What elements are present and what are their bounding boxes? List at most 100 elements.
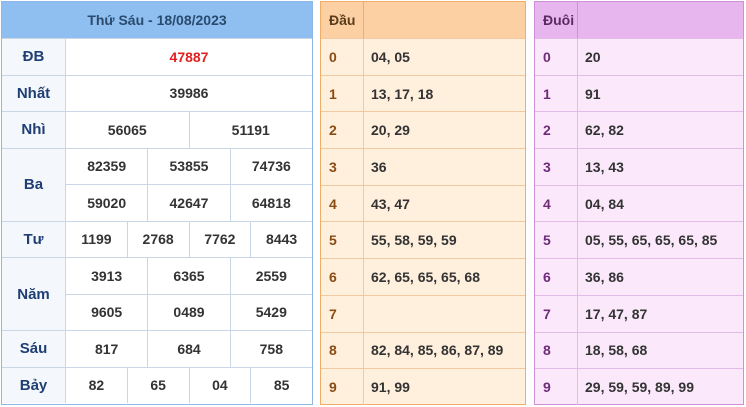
- prize-number: 74736: [229, 148, 312, 184]
- dau-table: Đầu 0 04, 05 1 13, 17, 18 2 20, 29 3 36 4 43, 47 5…: [320, 1, 526, 405]
- dau-values: 55, 58, 59, 59: [371, 232, 457, 249]
- dau-digit: 0: [321, 39, 364, 75]
- prize-number: 39986: [169, 85, 209, 102]
- results-date-header: Thứ Sáu - 18/08/2023: [2, 2, 312, 38]
- dau-header-row: Đầu: [321, 2, 525, 38]
- prize-row: Nhì 56065 51191: [2, 111, 312, 148]
- prize-row: ĐB 47887: [2, 38, 312, 75]
- prize-number: 53855: [147, 148, 229, 184]
- prize-row: Năm 3913 6365 2559 9605 0489 5429: [2, 257, 312, 330]
- prize-label: Tư: [2, 221, 66, 257]
- dau-values: 36: [371, 158, 387, 175]
- duoi-values: 20: [585, 48, 601, 65]
- prize-label: Nhất: [2, 75, 66, 111]
- dau-values: 04, 05: [371, 48, 410, 65]
- duoi-digit: 4: [535, 185, 578, 222]
- prize-number: 82359: [87, 158, 127, 175]
- duoi-row: 2 62, 82: [535, 111, 743, 149]
- dau-values: 20, 29: [371, 122, 410, 139]
- duoi-header: Đuôi: [535, 2, 578, 38]
- dau-row: 8 82, 84, 85, 86, 87, 89: [321, 331, 525, 369]
- dau-row: 7: [321, 294, 525, 332]
- duoi-header-blank: [578, 2, 743, 38]
- prize-number: 2559: [229, 258, 312, 294]
- dau-header-blank: [364, 2, 525, 38]
- dau-row: 9 91, 99: [321, 368, 525, 405]
- dau-values: 62, 65, 65, 65, 68: [371, 268, 480, 285]
- duoi-values: 91: [585, 85, 601, 102]
- dau-digit: 6: [321, 259, 364, 295]
- dau-digit: 2: [321, 112, 364, 149]
- duoi-digit: 1: [535, 75, 578, 112]
- dau-digit: 8: [321, 332, 364, 369]
- duoi-digit: 0: [535, 39, 578, 75]
- prize-row: Nhất 39986: [2, 74, 312, 111]
- duoi-rows: 0 20 1 91 2 62, 82 3 13, 43 4 04, 84 5 05, 55, 65, …: [535, 38, 743, 405]
- prize-row: Tư 1199 2768 7762 8443: [2, 220, 312, 257]
- duoi-row: 3 13, 43: [535, 148, 743, 185]
- prize-number: 2768: [126, 221, 189, 257]
- duoi-row: 6 36, 86: [535, 258, 743, 295]
- duoi-values: 04, 84: [585, 195, 624, 212]
- duoi-values: 62, 82: [585, 122, 624, 139]
- duoi-row: 8 18, 58, 68: [535, 331, 743, 369]
- prize-number: 42647: [147, 185, 229, 221]
- prize-number: 3913: [91, 267, 123, 284]
- prize-number: 8443: [250, 221, 312, 257]
- prize-number: 51191: [188, 112, 313, 148]
- duoi-row: 9 29, 59, 59, 89, 99: [535, 368, 743, 405]
- duoi-values: 05, 55, 65, 65, 65, 85: [585, 232, 718, 249]
- dau-header: Đầu: [321, 2, 364, 38]
- dau-values: 91, 99: [371, 379, 410, 396]
- dau-digit: 7: [321, 295, 364, 332]
- duoi-digit: 8: [535, 332, 578, 369]
- prize-rows: ĐB 47887 Nhất 39986 Nhì 56065 51191 Ba 82359 5385…: [2, 38, 312, 403]
- prize-number: 56065: [107, 121, 147, 138]
- duoi-values: 13, 43: [585, 158, 624, 175]
- dau-values: 43, 47: [371, 195, 410, 212]
- dau-row: 2 20, 29: [321, 111, 525, 149]
- prize-number: 0489: [147, 294, 229, 330]
- prize-label: Nhì: [2, 112, 66, 148]
- dau-values: 13, 17, 18: [371, 85, 434, 102]
- duoi-values: 18, 58, 68: [585, 342, 648, 359]
- prize-number: 817: [94, 340, 119, 357]
- prize-number: 82: [88, 377, 105, 394]
- duoi-values: 17, 47, 87: [585, 305, 648, 322]
- dau-row: 4 43, 47: [321, 184, 525, 222]
- prize-row: Bảy 82 65 04 85: [2, 366, 312, 403]
- prize-label: Bảy: [2, 367, 66, 403]
- dau-row: 3 36: [321, 148, 525, 185]
- duoi-digit: 3: [535, 149, 578, 185]
- duoi-digit: 2: [535, 112, 578, 149]
- dau-digit: 1: [321, 75, 364, 112]
- dau-row: 1 13, 17, 18: [321, 74, 525, 112]
- duoi-digit: 9: [535, 369, 578, 405]
- prize-number: 7762: [188, 221, 251, 257]
- duoi-row: 1 91: [535, 74, 743, 112]
- prize-number: 1199: [81, 231, 112, 248]
- prize-label: Năm: [2, 258, 66, 330]
- prize-number: 59020: [87, 194, 127, 211]
- dau-values: 82, 84, 85, 86, 87, 89: [371, 342, 504, 359]
- dau-values: [364, 296, 525, 332]
- prize-number: 04: [188, 367, 251, 403]
- prize-number: 6365: [147, 258, 229, 294]
- dau-row: 0 04, 05: [321, 38, 525, 75]
- prize-number: 9605: [91, 304, 123, 321]
- duoi-table: Đuôi 0 20 1 91 2 62, 82 3 13, 43 4 04, 84 5 05, 55,…: [534, 1, 744, 405]
- duoi-digit: 5: [535, 222, 578, 259]
- duoi-values: 36, 86: [585, 268, 624, 285]
- duoi-digit: 6: [535, 259, 578, 295]
- prize-number: 5429: [229, 294, 312, 330]
- prize-number: 684: [147, 331, 229, 367]
- dau-row: 6 62, 65, 65, 65, 68: [321, 258, 525, 295]
- dau-digit: 4: [321, 185, 364, 222]
- duoi-values: 29, 59, 59, 89, 99: [585, 379, 694, 396]
- dau-rows: 0 04, 05 1 13, 17, 18 2 20, 29 3 36 4 43, 47 5 55, …: [321, 38, 525, 405]
- duoi-digit: 7: [535, 295, 578, 332]
- dau-digit: 3: [321, 149, 364, 185]
- prize-row: Ba 82359 53855 74736 59020 42647 64818: [2, 147, 312, 221]
- duoi-row: 7 17, 47, 87: [535, 294, 743, 332]
- duoi-header-row: Đuôi: [535, 2, 743, 38]
